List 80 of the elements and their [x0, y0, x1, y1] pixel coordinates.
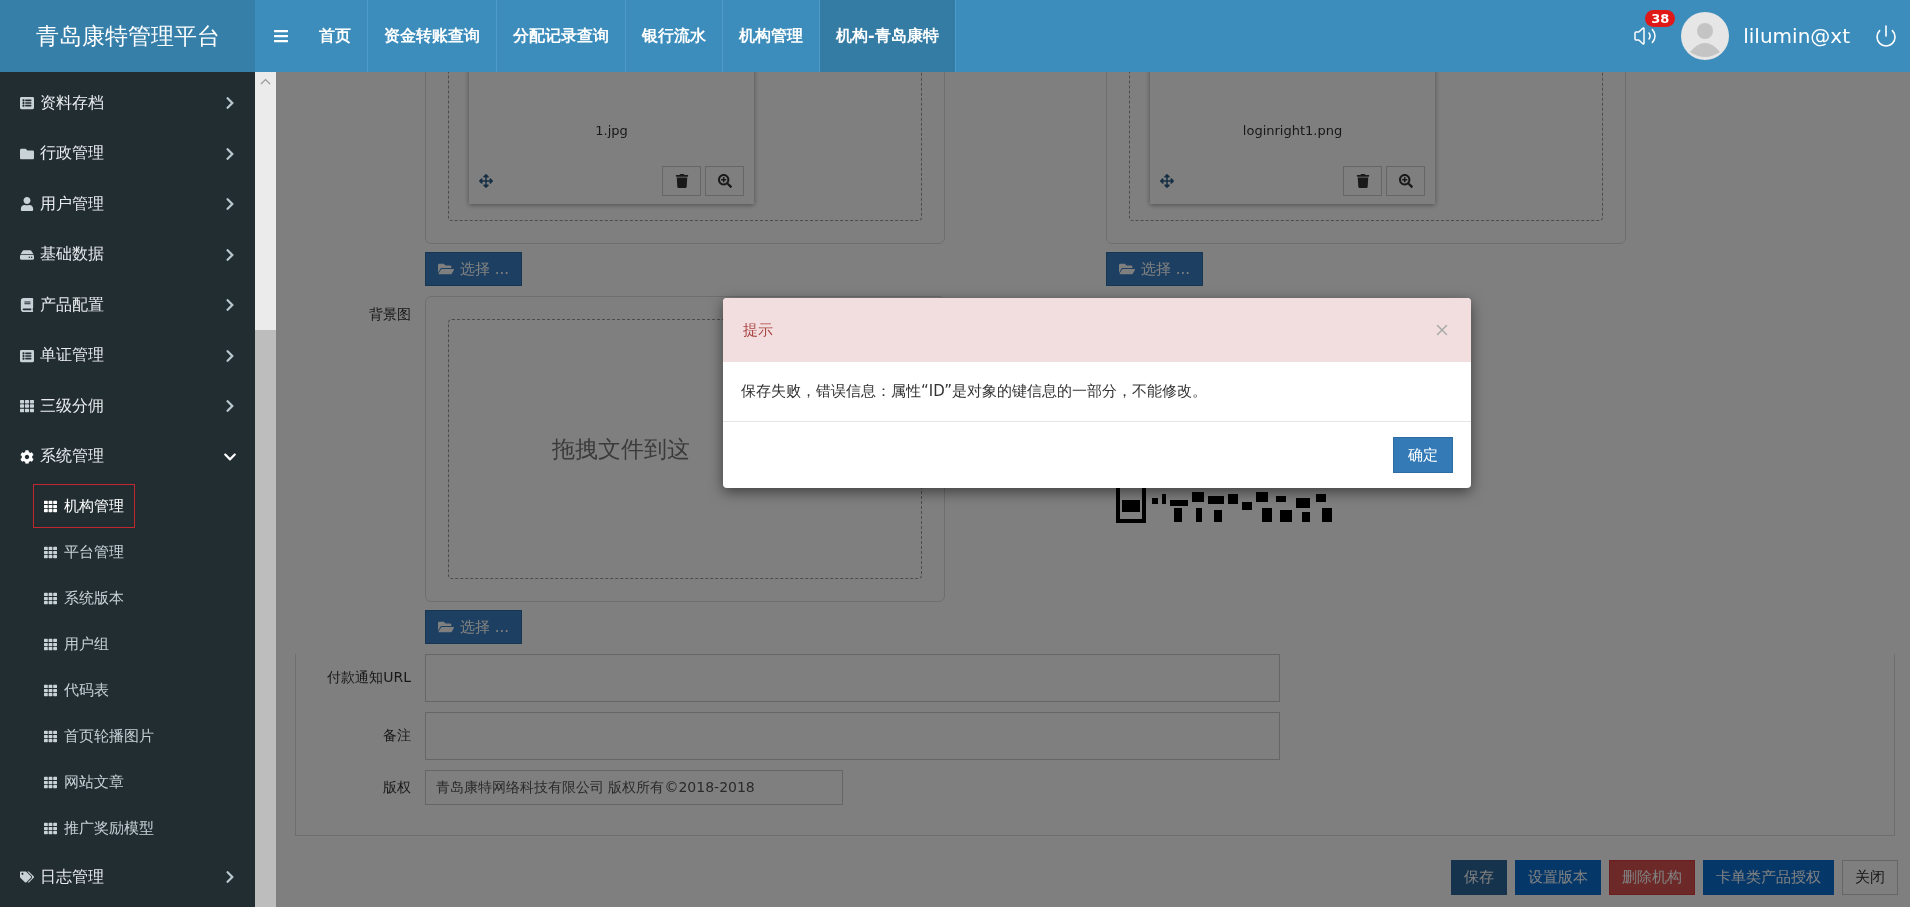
sidebar-item[interactable]: 基础数据	[0, 229, 255, 280]
scrollbar[interactable]	[255, 72, 276, 907]
folder-icon	[438, 619, 454, 635]
input-field[interactable]: 青岛康特网络科技有限公司 版权所有©2018-2018	[425, 770, 843, 805]
sidebar-item[interactable]: 资料存档	[0, 78, 255, 129]
grid-icon	[44, 545, 57, 559]
notification-badge: 38	[1645, 10, 1676, 27]
zoom-in-icon	[717, 174, 732, 188]
grid-icon	[44, 729, 57, 743]
folder-icon	[438, 261, 454, 277]
sidebar-label: 资料存档	[40, 92, 104, 114]
grid-icon	[44, 499, 57, 513]
book-icon	[20, 298, 34, 313]
input-field[interactable]	[425, 654, 1280, 702]
action-button[interactable]: 关闭	[1842, 860, 1898, 895]
grid-icon	[44, 821, 57, 835]
sidebar-item[interactable]: 系统管理	[0, 431, 255, 482]
sidebar-subitem[interactable]: 平台管理	[33, 530, 135, 574]
move-icon[interactable]	[479, 174, 493, 188]
power-icon[interactable]	[1874, 24, 1898, 48]
tags-icon	[20, 870, 34, 885]
sidebar-label: 单证管理	[40, 345, 104, 367]
dialog-message: 保存失败，错误信息：属性“ID”是对象的键信息的一部分，不能修改。	[723, 362, 1471, 422]
sidebar-subitem[interactable]: 推广奖励模型	[33, 806, 165, 850]
field-label: 版权	[382, 778, 412, 797]
sidebar-subitem[interactable]: 代码表	[33, 668, 120, 712]
grid-icon	[20, 399, 34, 414]
grid-icon	[44, 637, 57, 651]
sidebar-item[interactable]: 产品配置	[0, 280, 255, 331]
sidebar-label: 用户管理	[40, 193, 104, 215]
ok-button[interactable]: 确定	[1393, 437, 1453, 473]
nav-tab[interactable]: 机构-青岛康特	[820, 0, 956, 72]
sidebar-item[interactable]: 日志管理	[0, 852, 255, 903]
list-icon	[20, 96, 34, 111]
brand-title: 青岛康特管理平台	[0, 0, 255, 72]
sidebar-item[interactable]: 行政管理	[0, 128, 255, 179]
user-icon	[20, 197, 34, 212]
sidebar-item[interactable]: 单证管理	[0, 330, 255, 381]
field-label: 背景图	[368, 305, 412, 324]
zoom-button[interactable]	[1386, 166, 1425, 196]
grid-icon	[44, 683, 57, 697]
delete-button[interactable]	[662, 166, 701, 196]
zoom-in-icon	[1398, 174, 1413, 188]
sidebar-label: 日志管理	[40, 866, 104, 888]
folder-icon	[20, 146, 34, 161]
field-label: 备注	[382, 727, 412, 745]
sidebar-subitem[interactable]: 网站文章	[33, 760, 135, 804]
trash-icon	[1355, 174, 1370, 188]
user-name[interactable]: lilumin@xt	[1743, 24, 1850, 48]
field-label: 付款通知URL	[326, 669, 412, 687]
input-field[interactable]	[425, 712, 1280, 760]
file-name: loginright1.png	[1241, 123, 1344, 138]
avatar[interactable]	[1681, 12, 1730, 60]
list-icon	[20, 348, 34, 363]
menu-icon[interactable]	[273, 28, 289, 44]
sidebar-label: 产品配置	[40, 294, 104, 316]
delete-button[interactable]	[1343, 166, 1382, 196]
grid-icon	[44, 775, 57, 789]
sidebar-label: 基础数据	[40, 244, 104, 266]
dialog-title: 提示	[743, 320, 773, 340]
folder-icon	[1119, 261, 1135, 277]
grid-icon	[44, 591, 57, 605]
sidebar-label: 系统管理	[40, 446, 104, 468]
sidebar-subitem[interactable]: 机构管理	[33, 484, 135, 528]
scroll-up-icon[interactable]	[260, 78, 271, 85]
sidebar-label: 行政管理	[40, 143, 104, 165]
sidebar-subitem[interactable]: 用户组	[33, 622, 120, 666]
sidebar-item[interactable]: 用户管理	[0, 179, 255, 230]
trash-icon	[674, 174, 689, 188]
move-icon[interactable]	[1160, 174, 1174, 188]
sidebar-label: 三级分佣	[40, 395, 104, 417]
drive-icon	[20, 247, 34, 262]
sidebar-subitem[interactable]: 系统版本	[33, 576, 135, 620]
gear-icon	[20, 449, 34, 464]
speaker-icon[interactable]	[1633, 24, 1658, 48]
file-name: 1.jpg	[594, 123, 629, 138]
drop-hint: 拖拽文件到这	[552, 434, 690, 464]
sidebar-item[interactable]: 三级分佣	[0, 381, 255, 432]
zoom-button[interactable]	[705, 166, 744, 196]
sidebar-subitem[interactable]: 首页轮播图片	[33, 714, 165, 758]
